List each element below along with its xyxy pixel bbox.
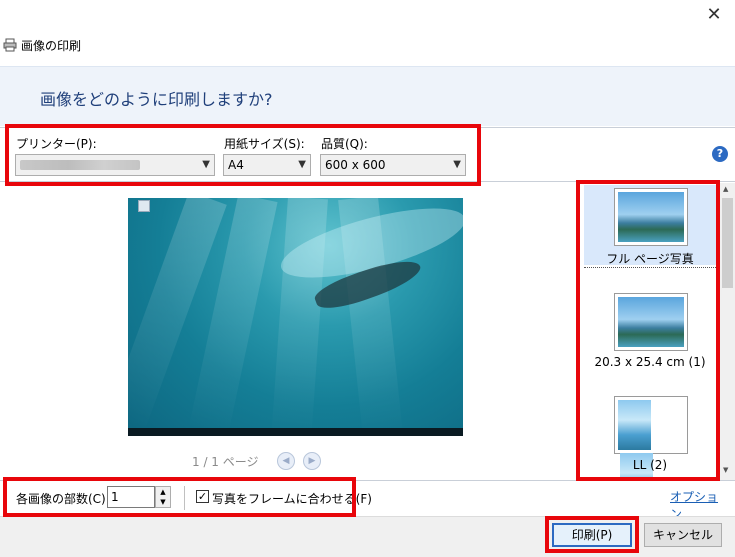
next-page-button[interactable]: ▶ xyxy=(303,452,321,470)
cancel-button[interactable]: キャンセル xyxy=(644,523,722,547)
dialog-question: 画像をどのように印刷しますか? xyxy=(40,90,273,109)
desktop-icon xyxy=(138,200,150,212)
close-icon[interactable]: ✕ xyxy=(703,4,725,26)
scroll-up-icon[interactable]: ▲ xyxy=(723,185,728,193)
help-icon[interactable]: ? xyxy=(712,146,728,162)
light-ray xyxy=(271,198,328,436)
print-preview-image xyxy=(128,198,463,436)
highlight-box-settings xyxy=(5,124,481,186)
taskbar-strip xyxy=(128,428,463,436)
highlight-box-print xyxy=(545,516,639,553)
window-title: 画像の印刷 xyxy=(21,39,82,53)
scroll-down-icon[interactable]: ▼ xyxy=(723,466,728,474)
scrollbar-thumb[interactable] xyxy=(722,198,733,288)
highlight-box-layouts xyxy=(576,180,720,481)
prev-page-button[interactable]: ◀ xyxy=(277,452,295,470)
page-indicator: 1 / 1 ページ xyxy=(192,455,259,469)
title-bar xyxy=(0,0,735,60)
highlight-box-copies xyxy=(3,477,356,517)
printer-app-icon xyxy=(3,38,17,52)
